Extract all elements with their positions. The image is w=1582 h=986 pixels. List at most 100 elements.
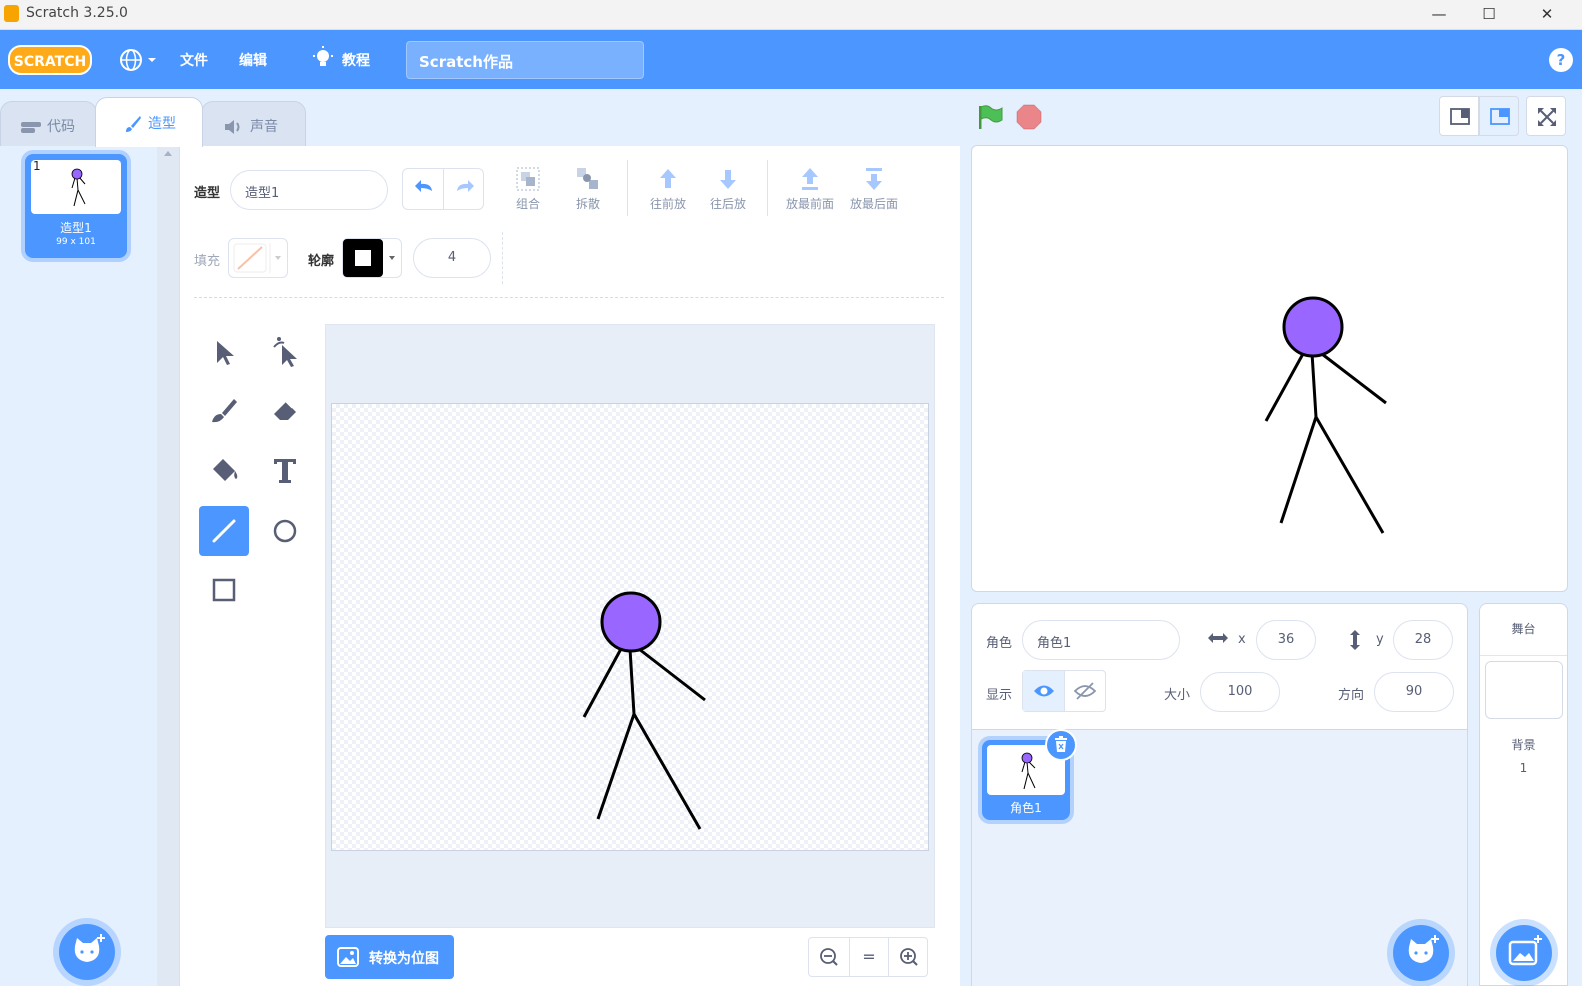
line-tool[interactable] [199, 506, 249, 556]
paint-canvas-area[interactable] [325, 324, 935, 928]
scratch-logo[interactable]: SCRATCH [8, 44, 92, 76]
direction-label: 方向 [1338, 688, 1365, 703]
backdrop-label: 背景 [1511, 738, 1536, 752]
stage-stickman-sprite[interactable] [972, 146, 1567, 591]
y-label: y [1376, 632, 1384, 647]
zoom-in-button[interactable] [889, 938, 929, 976]
text-tool[interactable] [260, 445, 310, 495]
stage-canvas[interactable] [971, 145, 1568, 592]
rectangle-tool[interactable] [199, 565, 249, 615]
fill-tool[interactable] [199, 445, 249, 495]
minimize-button[interactable]: — [1416, 0, 1462, 30]
brush-icon [212, 399, 237, 423]
close-window-button[interactable]: ✕ [1524, 0, 1570, 30]
reshape-pointer-icon [273, 337, 297, 367]
cat-plus-icon [1408, 935, 1439, 963]
size-input[interactable]: 100 [1200, 672, 1280, 712]
redo-icon[interactable] [444, 169, 484, 209]
direction-input[interactable]: 90 [1374, 672, 1454, 712]
costume-name-input[interactable]: 造型1 [230, 170, 388, 210]
eraser-icon [274, 401, 296, 420]
menu-edit[interactable]: 编辑 [239, 50, 267, 70]
choose-backdrop-button[interactable] [1496, 925, 1552, 981]
convert-to-bitmap-button[interactable]: 转换为位图 [325, 935, 454, 979]
choose-costume-button[interactable] [59, 924, 115, 980]
show-label: 显示 [986, 688, 1013, 703]
backward-button[interactable]: 往后放 [706, 166, 750, 212]
costume-size: 99 x 101 [56, 237, 96, 247]
back-button[interactable]: 放最后面 [846, 166, 902, 212]
group-button[interactable]: 组合 [506, 166, 550, 212]
visibility-toggle [1022, 670, 1106, 712]
brush-tool[interactable] [199, 386, 249, 436]
ungroup-button[interactable]: 拆散 [566, 166, 610, 212]
x-input[interactable]: 36 [1256, 620, 1316, 660]
language-globe-icon[interactable] [118, 47, 160, 73]
eraser-tool[interactable] [260, 386, 310, 436]
choose-sprite-button[interactable] [1393, 925, 1449, 981]
circle-icon [273, 519, 297, 543]
forward-label: 往前放 [649, 197, 686, 211]
forward-button[interactable]: 往前放 [646, 166, 690, 212]
arrow-up-icon [660, 169, 676, 188]
costume-tile[interactable]: 1 造型1 99 x 101 [25, 154, 127, 258]
paint-canvas[interactable] [331, 403, 929, 851]
eye-icon [1034, 685, 1054, 697]
eye-slash-icon [1073, 682, 1097, 700]
sprite-label: 角色 [986, 636, 1013, 651]
stage-pane-divider [1480, 655, 1567, 656]
scroll-up-arrow-icon[interactable] [157, 146, 179, 160]
lightbulb-icon[interactable] [311, 46, 335, 72]
costume-name-label: 造型 [194, 186, 221, 201]
backward-label: 往后放 [709, 197, 746, 211]
speaker-icon [225, 120, 240, 134]
outline-color-picker[interactable] [342, 238, 402, 278]
menu-tutorials[interactable]: 教程 [342, 50, 370, 70]
hide-sprite-button[interactable] [1065, 671, 1105, 711]
stop-sign-icon[interactable] [1015, 103, 1043, 131]
y-input[interactable]: 28 [1393, 620, 1453, 660]
show-sprite-button[interactable] [1023, 671, 1065, 711]
window-titlebar: Scratch 3.25.0 — ☐ ✕ [0, 0, 1582, 30]
circle-tool[interactable] [260, 506, 310, 556]
menu-file[interactable]: 文件 [180, 50, 208, 70]
arrow-down-icon [720, 170, 736, 189]
help-button[interactable]: ? [1549, 48, 1573, 72]
zoom-out-button[interactable] [809, 938, 849, 976]
ungroup-icon [577, 168, 598, 189]
image-icon [337, 947, 359, 967]
menu-bar: SCRATCH 文件 编辑 教程 Scratch作品 ? [0, 30, 1582, 89]
tab-costumes[interactable]: 造型 [95, 97, 203, 147]
undo-icon[interactable] [403, 169, 444, 209]
stage-title: 舞台 [1511, 622, 1536, 636]
image-plus-icon [1508, 935, 1542, 966]
fullscreen-button[interactable] [1526, 96, 1566, 136]
zoom-out-icon [820, 948, 838, 966]
large-stage-button[interactable] [1479, 96, 1519, 136]
front-button[interactable]: 放最前面 [782, 166, 838, 212]
bring-to-front-icon [802, 168, 818, 190]
tab-code[interactable]: 代码 [0, 101, 97, 147]
sprite-name-input[interactable]: 角色1 [1022, 620, 1180, 660]
reshape-tool[interactable] [260, 327, 310, 377]
outline-width-input[interactable]: 4 [413, 238, 491, 278]
costume-list-scrollbar[interactable] [157, 146, 179, 986]
delete-sprite-button[interactable] [1045, 729, 1077, 761]
text-t-icon [274, 459, 296, 483]
fill-color-picker[interactable] [228, 238, 288, 278]
trash-icon [1055, 736, 1067, 752]
costume-name: 造型1 [60, 221, 92, 235]
stickman-thumbnail-image [71, 168, 86, 207]
project-title-input[interactable]: Scratch作品 [406, 41, 644, 79]
backdrop-thumbnail[interactable] [1485, 661, 1563, 719]
zoom-reset-button[interactable]: = [849, 938, 889, 976]
sprite-name: 角色1 [1010, 801, 1042, 815]
green-flag-icon[interactable] [976, 103, 1004, 131]
maximize-button[interactable]: ☐ [1466, 0, 1512, 30]
small-stage-icon [1450, 108, 1470, 125]
small-stage-button[interactable] [1439, 96, 1479, 136]
stickman-drawing[interactable] [332, 404, 930, 852]
tab-sounds[interactable]: 声音 [201, 101, 306, 147]
group-icon [516, 167, 540, 191]
select-tool[interactable] [199, 327, 249, 377]
